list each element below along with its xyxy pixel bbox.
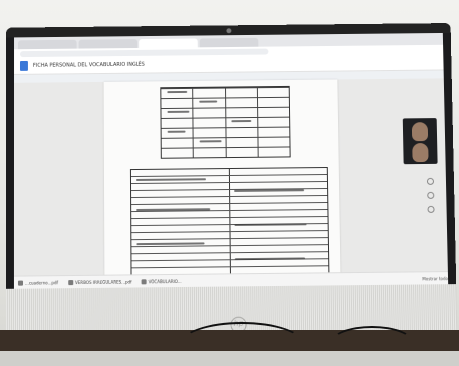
webcam (226, 28, 232, 34)
handwritten-text (231, 120, 252, 123)
handwritten-text (167, 90, 188, 94)
download-filename: VERBOS IRREGULARES...pdf (75, 278, 132, 285)
document-page[interactable] (103, 79, 341, 282)
video-call-thumbnail[interactable] (402, 118, 438, 165)
download-filename: ...cuaderno...pdf (25, 279, 58, 286)
browser-tab[interactable] (78, 39, 138, 49)
participant-face (412, 143, 429, 163)
file-icon (68, 279, 74, 285)
document-area (13, 78, 448, 282)
file-icon (141, 278, 147, 284)
side-panel-icon[interactable] (427, 205, 435, 213)
google-docs-icon[interactable] (19, 60, 28, 71)
handwritten-text (199, 100, 218, 103)
monitor: FICHA PERSONAL DEL VOCABULARIO INGLÉS ..… (5, 23, 458, 346)
browser-tab[interactable] (18, 39, 77, 50)
document-title[interactable]: FICHA PERSONAL DEL VOCABULARIO INGLÉS (33, 62, 145, 69)
side-panel-icon[interactable] (426, 177, 435, 185)
participant-face (411, 122, 429, 142)
screen: FICHA PERSONAL DEL VOCABULARIO INGLÉS ..… (13, 32, 449, 289)
download-item[interactable]: VOCABULARIO... (141, 278, 182, 284)
download-item[interactable]: VERBOS IRREGULARES...pdf (68, 279, 132, 285)
handwritten-text (167, 130, 186, 133)
show-all-downloads-button[interactable]: Mostrar todo (422, 276, 448, 281)
download-item[interactable]: ...cuaderno...pdf (17, 279, 58, 286)
file-icon (17, 280, 24, 286)
handwritten-text (167, 110, 190, 113)
handwritten-text (199, 140, 222, 143)
download-filename: VOCABULARIO... (148, 278, 182, 284)
browser-tab-active[interactable] (139, 38, 198, 48)
cable (180, 322, 304, 366)
cable (330, 326, 414, 360)
browser-tab[interactable] (199, 37, 259, 48)
vocabulary-table-top (160, 85, 291, 159)
side-panel-icon[interactable] (427, 191, 435, 199)
